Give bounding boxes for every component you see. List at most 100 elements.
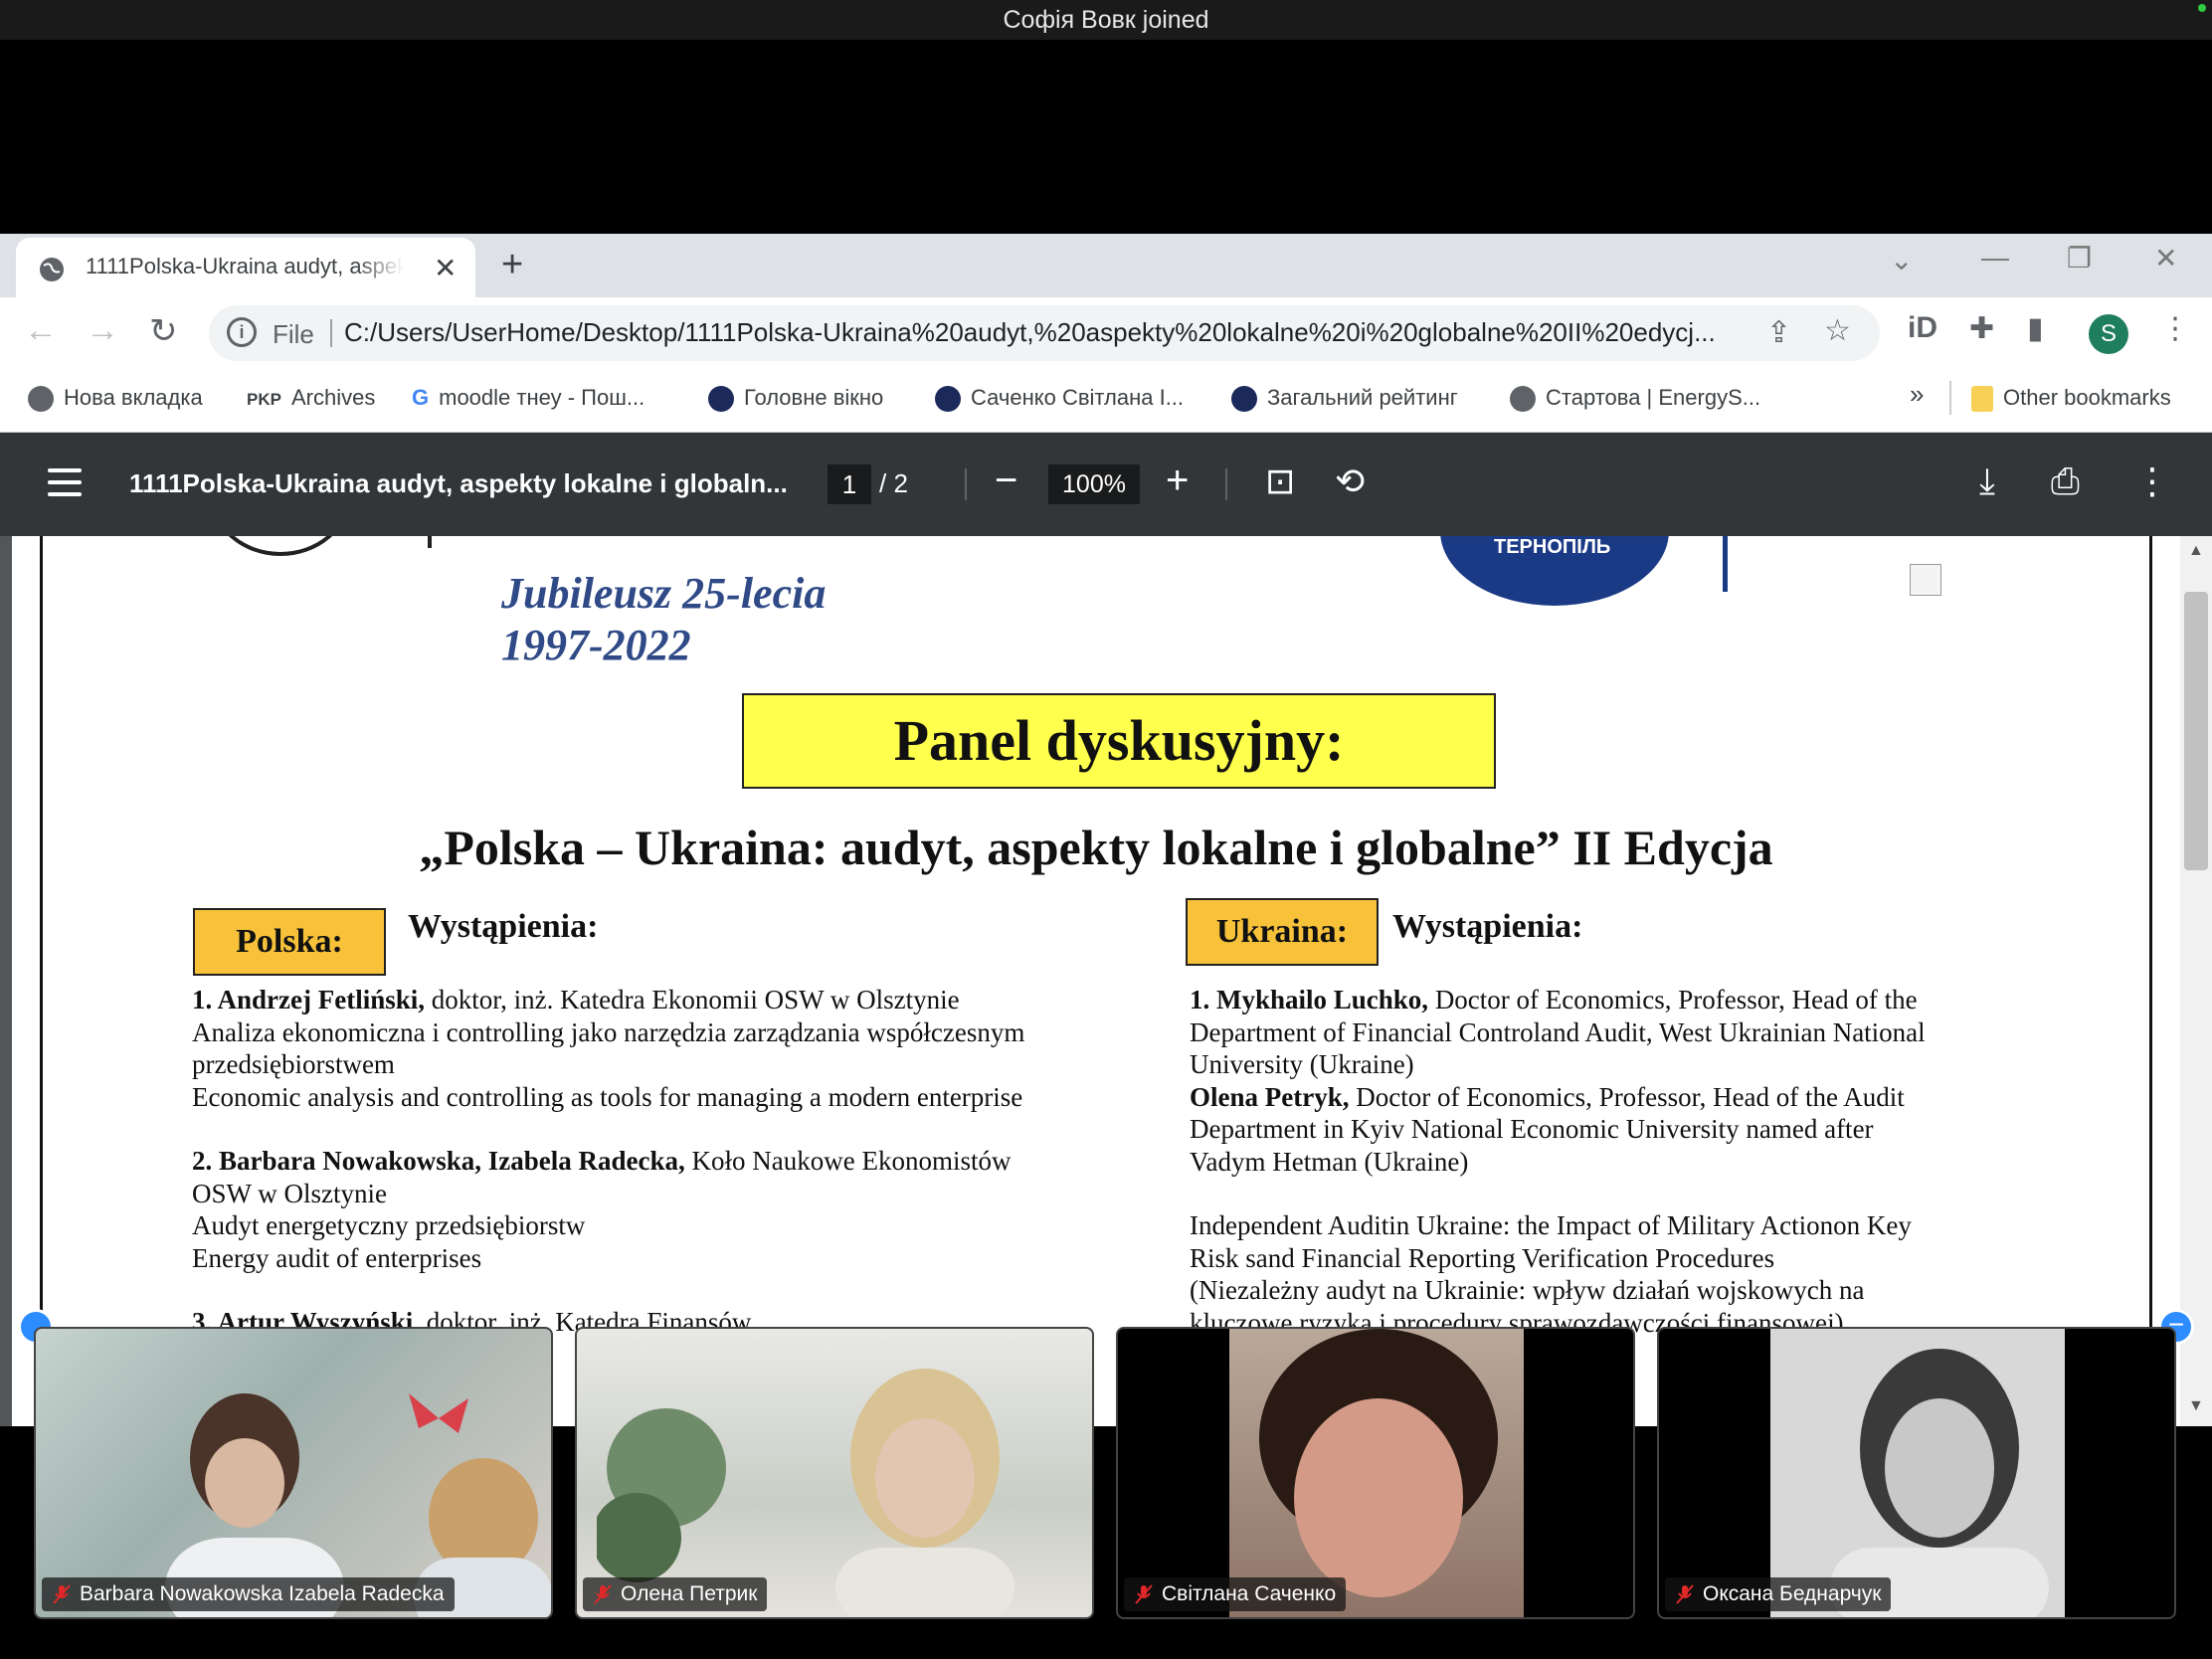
speaker-text: Department in Kyiv National Economic Uni… [1190, 1114, 1874, 1144]
tab-strip: 1111Polska-Ukraina audyt, aspek ✕ + ⌄ — … [0, 234, 2212, 297]
participant-name-tag: Світлана Саченко [1124, 1577, 1347, 1611]
url-text[interactable]: C:/Users/UserHome/Desktop/1111Polska-Ukr… [344, 317, 1737, 348]
speaker-line: Department in Kyiv National Economic Uni… [1190, 1113, 2105, 1146]
bookmark-star-icon[interactable]: ☆ [1824, 313, 1851, 348]
forward-icon[interactable]: → [86, 311, 119, 350]
speaker-text: Energy audit of enterprises [192, 1242, 482, 1273]
scheme-label: File [273, 319, 314, 349]
speaker-line: Department of Financial Controland Audit… [1190, 1016, 2105, 1049]
speaker-line: Olena Petryk, Doctor of Economics, Profe… [1190, 1081, 2105, 1114]
info-icon[interactable]: i [227, 317, 257, 347]
zoom-input[interactable]: 100% [1048, 464, 1140, 504]
muted-mic-icon [594, 1584, 612, 1604]
bookmark-item[interactable]: Головне вікно [708, 385, 883, 413]
globe-icon [28, 386, 54, 413]
omnibox-divider [330, 319, 332, 347]
restore-icon[interactable]: ❐ [2067, 242, 2092, 275]
new-tab-button[interactable]: + [501, 244, 523, 286]
site-icon [935, 386, 961, 413]
share-icon[interactable]: ⇪ [1766, 315, 1791, 350]
speaker-line: Analiza ekonomiczna i controlling jako n… [192, 1016, 1107, 1049]
globe-icon [40, 258, 64, 281]
back-icon[interactable]: ← [24, 311, 58, 350]
bookmarks-overflow-icon[interactable]: » [1910, 379, 1924, 410]
pdf-viewport[interactable]: ТЕРНОПІЛЬ Jubileusz 25-lecia 1997-2022 P… [0, 536, 2212, 1426]
participant-tile[interactable]: Світлана Саченко [1116, 1327, 1635, 1619]
speaker-line: University (Ukraine) [1190, 1048, 2105, 1081]
ukraine-speakers: 1. Mykhailo Luchko, Doctor of Economics,… [1190, 984, 2105, 1339]
speaker-line [192, 1113, 1107, 1145]
participant-tile[interactable]: Олена Петрик [575, 1327, 1094, 1619]
speaker-text: Department of Financial Controland Audit… [1190, 1016, 1926, 1047]
speaker-text: Koło Naukowe Ekonomistów [684, 1146, 1012, 1176]
toolbar-divider [1225, 468, 1227, 500]
speaker-line [1190, 1178, 2105, 1209]
pkp-icon: PKP [247, 390, 281, 409]
puzzle-icon[interactable]: ✚ [1969, 311, 1994, 346]
pdf-scrollbar[interactable]: ▲ ▼ [2180, 536, 2212, 1426]
bookmark-item[interactable]: Нова вкладка [28, 385, 203, 413]
speaker-line: Vadym Hetman (Ukraine) [1190, 1146, 2105, 1179]
speaker-text: Analiza ekonomiczna i controlling jako n… [192, 1016, 1025, 1047]
speaker-text: Independent Auditin Ukraine: the Impact … [1190, 1210, 1912, 1240]
speaker-name: 1. Mykhailo Luchko, [1190, 985, 1429, 1014]
zoom-in-icon[interactable]: + [1166, 459, 1189, 503]
speaker-line: Risk sand Financial Reporting Verificati… [1190, 1242, 2105, 1275]
participant-face [1259, 1329, 1498, 1597]
bookmark-item[interactable]: Саченко Світлана І... [935, 385, 1184, 413]
header-divider [428, 536, 432, 548]
browser-toolbar: ← → ↻ i File C:/Users/UserHome/Desktop/1… [0, 297, 2212, 367]
speaker-text: Doctor of Economics, Professor, Head of … [1349, 1081, 1905, 1112]
more-options-icon[interactable]: ⋮ [2134, 461, 2170, 502]
tab-title: 1111Polska-Ukraina audyt, aspek [86, 254, 404, 278]
muted-mic-icon [1135, 1584, 1153, 1604]
bookmark-item[interactable]: Gmoodle тнеу - Пош... [412, 385, 645, 411]
profile-avatar[interactable]: S [2089, 314, 2128, 354]
address-bar[interactable]: i File C:/Users/UserHome/Desktop/1111Pol… [209, 305, 1880, 361]
scroll-thumb[interactable] [2184, 592, 2208, 870]
page-number-input[interactable]: 1 [828, 464, 871, 504]
poland-speakers: 1. Andrzej Fetliński, doktor, inż. Kated… [192, 984, 1107, 1339]
fit-page-icon[interactable]: ⊡ [1265, 461, 1295, 502]
hamburger-menu-icon[interactable] [48, 468, 82, 504]
ukraine-label: Ukraina: [1186, 898, 1379, 966]
muted-mic-icon [1676, 1584, 1694, 1604]
close-window-icon[interactable]: ✕ [2154, 242, 2177, 275]
download-icon[interactable]: ⤓ [1979, 461, 1995, 503]
participant-tile[interactable]: Оксана Беднарчук [1657, 1327, 2176, 1619]
screen-share-margin [0, 40, 2212, 234]
id-extension-icon[interactable]: iD [1908, 311, 1937, 345]
participant-video [835, 1369, 1014, 1617]
rotate-icon[interactable]: ⟲ [1335, 461, 1365, 502]
print-icon[interactable]: ⎙ [2051, 461, 2080, 503]
participant-name-tag: Олена Петрик [583, 1577, 768, 1611]
poland-heading: Wystąpienia: [408, 908, 599, 945]
event-headline: „Polska – Ukraina: audyt, aspekty lokaln… [419, 820, 1773, 875]
join-notification: Софія Вовк joined [0, 0, 2212, 40]
speaker-name: 2. Barbara Nowakowska, Izabela Radecka, [192, 1146, 685, 1176]
tab-search-icon[interactable]: ⌄ [1890, 244, 1913, 276]
scroll-up-icon[interactable]: ▲ [2188, 542, 2204, 560]
bookmark-item[interactable]: Стартова | EnergyS... [1510, 385, 1760, 413]
speaker-text: OSW w Olsztynie [192, 1178, 387, 1208]
status-dot [2198, 4, 2206, 12]
page-count: / 2 [879, 468, 908, 498]
bookmark-item[interactable]: PKP Archives [247, 385, 375, 411]
bookmark-item[interactable]: Загальний рейтинг [1231, 385, 1458, 413]
jubilee-years: 1997-2022 [501, 621, 691, 669]
speaker-text: University (Ukraine) [1190, 1049, 1414, 1079]
close-tab-icon[interactable]: ✕ [434, 252, 457, 284]
jubilee-line: Jubileusz 25-lecia [501, 569, 827, 618]
minimize-icon[interactable]: — [1981, 242, 2009, 274]
reload-icon[interactable]: ↻ [149, 311, 178, 351]
menu-dots-icon[interactable]: ⋮ [2160, 311, 2190, 346]
speaker-text: (Niezależny audyt na Ukrainie: wpływ dzi… [1190, 1275, 1865, 1305]
tab-pdf[interactable]: 1111Polska-Ukraina audyt, aspek ✕ [16, 238, 475, 297]
annotation-icon[interactable] [1910, 564, 1941, 596]
side-panel-icon[interactable]: ▮ [2027, 311, 2044, 346]
browser-window: 1111Polska-Ukraina audyt, aspek ✕ + ⌄ — … [0, 234, 2212, 433]
speaker-line: OSW w Olsztynie [192, 1178, 1107, 1210]
participant-tile[interactable]: Barbara Nowakowska Izabela Radecka [34, 1327, 553, 1619]
zoom-out-icon[interactable]: − [995, 459, 1017, 503]
other-bookmarks[interactable]: Other bookmarks [1971, 385, 2171, 413]
